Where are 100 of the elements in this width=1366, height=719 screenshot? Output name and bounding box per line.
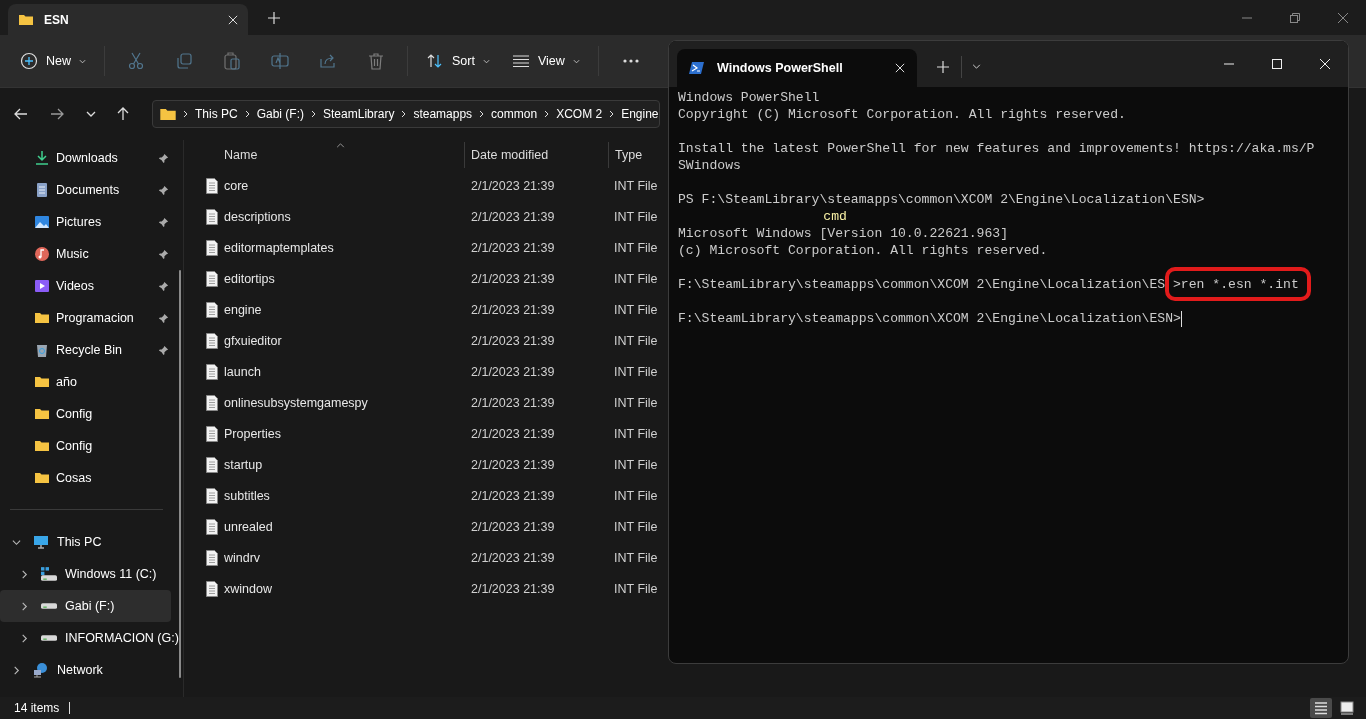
item-label: Videos xyxy=(56,279,95,293)
terminal-line: Windows PowerShell xyxy=(678,89,821,106)
terminal-tab[interactable]: Windows PowerShell xyxy=(677,49,917,87)
file-name[interactable]: editortips xyxy=(218,271,464,286)
breadcrumb-item[interactable]: steamapps xyxy=(413,107,473,121)
tab-title: Windows PowerShell xyxy=(717,61,844,75)
table-cell-text: 2/1/2023 21:39 xyxy=(470,209,556,224)
videos-icon xyxy=(34,278,50,294)
maximize-icon[interactable] xyxy=(1272,59,1282,69)
file-name[interactable]: gfxuieditor xyxy=(218,333,464,348)
tree-item[interactable]: This PC xyxy=(0,526,171,558)
table-cell-text: INT File xyxy=(613,519,659,534)
item-label: Documents xyxy=(56,183,121,197)
new-tab-icon[interactable] xyxy=(937,61,949,73)
dropdown-icon[interactable] xyxy=(972,64,981,69)
column-header[interactable]: Name xyxy=(212,148,464,162)
table-cell-text: 2/1/2023 21:39 xyxy=(470,364,556,379)
expander-icon[interactable] xyxy=(20,633,29,643)
tree-item[interactable]: Windows 11 (C:) xyxy=(0,558,171,590)
tree-item[interactable]: Network xyxy=(0,654,171,686)
column-header[interactable]: Date modified xyxy=(464,142,608,168)
chevron-icon xyxy=(609,110,615,118)
forward-icon[interactable] xyxy=(50,107,64,121)
folder-icon xyxy=(34,374,50,390)
sort-icon xyxy=(426,52,444,70)
item-label: This PC xyxy=(57,535,103,549)
drive-icon xyxy=(41,567,57,581)
terminal-line: (c) Microsoft Corporation. All rights reserved. xyxy=(678,242,1049,259)
file-name[interactable]: xwindow xyxy=(218,581,464,596)
breadcrumb-item[interactable]: XCOM 2 xyxy=(556,107,603,121)
sidebar-item[interactable]: Cosas xyxy=(0,462,183,494)
file-name[interactable]: startup xyxy=(218,457,464,472)
table-cell-text: 2/1/2023 21:39 xyxy=(470,550,556,565)
file-name[interactable]: descriptions xyxy=(218,209,464,224)
more-icon[interactable] xyxy=(622,59,639,63)
column-header[interactable]: Type xyxy=(608,142,666,168)
chevron-icon xyxy=(244,110,250,118)
table-cell-text: 2/1/2023 21:39 xyxy=(470,333,556,348)
folder-icon xyxy=(34,470,50,486)
folder-icon xyxy=(160,108,176,120)
table-cell-text: INT File xyxy=(613,457,659,472)
details-view-button[interactable] xyxy=(1310,698,1332,718)
sidebar-item[interactable]: año xyxy=(0,366,183,398)
prompt-text: F:\SteamLibrary\steamapps\common\XCOM 2\Engine\Localization\ES xyxy=(678,276,1166,293)
breadcrumb-item[interactable]: Gabi (F:) xyxy=(256,107,305,121)
table-cell-text: INT File xyxy=(613,271,659,286)
address-bar[interactable]: This PC Gabi (F:) SteamLibrary steamapps common XCOM 2 Engine xyxy=(152,100,660,128)
file-name[interactable]: Properties xyxy=(218,426,464,441)
tile-icon xyxy=(1340,701,1354,715)
file-name[interactable]: subtitles xyxy=(218,488,464,503)
breadcrumb-item[interactable]: Engine xyxy=(621,107,659,121)
table-cell-text: INT File xyxy=(613,488,659,503)
new-tab-icon[interactable] xyxy=(268,12,280,24)
up-icon[interactable] xyxy=(116,107,130,121)
sidebar-item[interactable]: Music xyxy=(0,238,183,270)
breadcrumb-item[interactable]: common xyxy=(491,107,538,121)
sidebar-item[interactable]: Config xyxy=(0,430,183,462)
tree-item[interactable]: Gabi (F:) xyxy=(0,590,171,622)
item-label: Config xyxy=(56,439,94,453)
item-label: Music xyxy=(56,247,90,261)
folder-icon xyxy=(34,406,50,422)
expander-icon[interactable] xyxy=(12,537,21,547)
downloads-icon xyxy=(34,150,50,166)
expander-icon[interactable] xyxy=(12,665,21,675)
sidebar-item[interactable]: Config xyxy=(0,398,183,430)
breadcrumb-item[interactable]: This PC xyxy=(195,107,238,121)
file-name[interactable]: windrv xyxy=(218,550,464,565)
table-cell-text: 2/1/2023 21:39 xyxy=(470,178,556,193)
sidebar-item[interactable]: Recycle Bin xyxy=(0,334,183,366)
list-icon xyxy=(511,52,530,70)
view-button[interactable]: View xyxy=(503,46,588,76)
sidebar-item[interactable]: Documents xyxy=(0,174,183,206)
sidebar-item[interactable]: Pictures xyxy=(0,206,183,238)
back-icon[interactable] xyxy=(14,107,28,121)
file-name[interactable]: engine xyxy=(218,302,464,317)
file-name[interactable]: unrealed xyxy=(218,519,464,534)
file-name[interactable]: editormaptemplates xyxy=(218,240,464,255)
terminal-line: PS F:\SteamLibrary\steamapps\common\XCOM 2\Engine\Localization\ESN> xyxy=(678,191,1206,208)
expander-icon[interactable] xyxy=(20,601,29,611)
chevron-down-icon[interactable] xyxy=(86,111,96,117)
table-cell-text: INT File xyxy=(613,209,659,224)
file-name[interactable]: launch xyxy=(218,364,464,379)
sort-button[interactable]: Sort xyxy=(418,46,498,76)
sidebar-item[interactable]: Videos xyxy=(0,270,183,302)
table-cell-text: 2/1/2023 21:39 xyxy=(470,488,556,503)
sidebar-item[interactable]: Programacion xyxy=(0,302,183,334)
table-cell-text: 2/1/2023 21:39 xyxy=(470,271,556,286)
expander-icon[interactable] xyxy=(20,569,29,579)
file-name[interactable]: onlinesubsystemgamespy xyxy=(218,395,464,410)
table-cell-text: 2/1/2023 21:39 xyxy=(470,519,556,534)
table-cell-text: 2/1/2023 21:39 xyxy=(470,426,556,441)
breadcrumb-item[interactable]: SteamLibrary xyxy=(323,107,395,121)
sidebar-item[interactable]: Downloads xyxy=(0,142,183,174)
file-name[interactable]: core xyxy=(218,178,464,193)
explorer-tab[interactable]: ESN xyxy=(8,4,248,35)
chevron-icon xyxy=(311,110,317,118)
caret-icon xyxy=(482,58,490,64)
caret-icon xyxy=(572,58,580,64)
table-cell-text: INT File xyxy=(613,333,659,348)
new-button[interactable]: New xyxy=(12,46,94,76)
